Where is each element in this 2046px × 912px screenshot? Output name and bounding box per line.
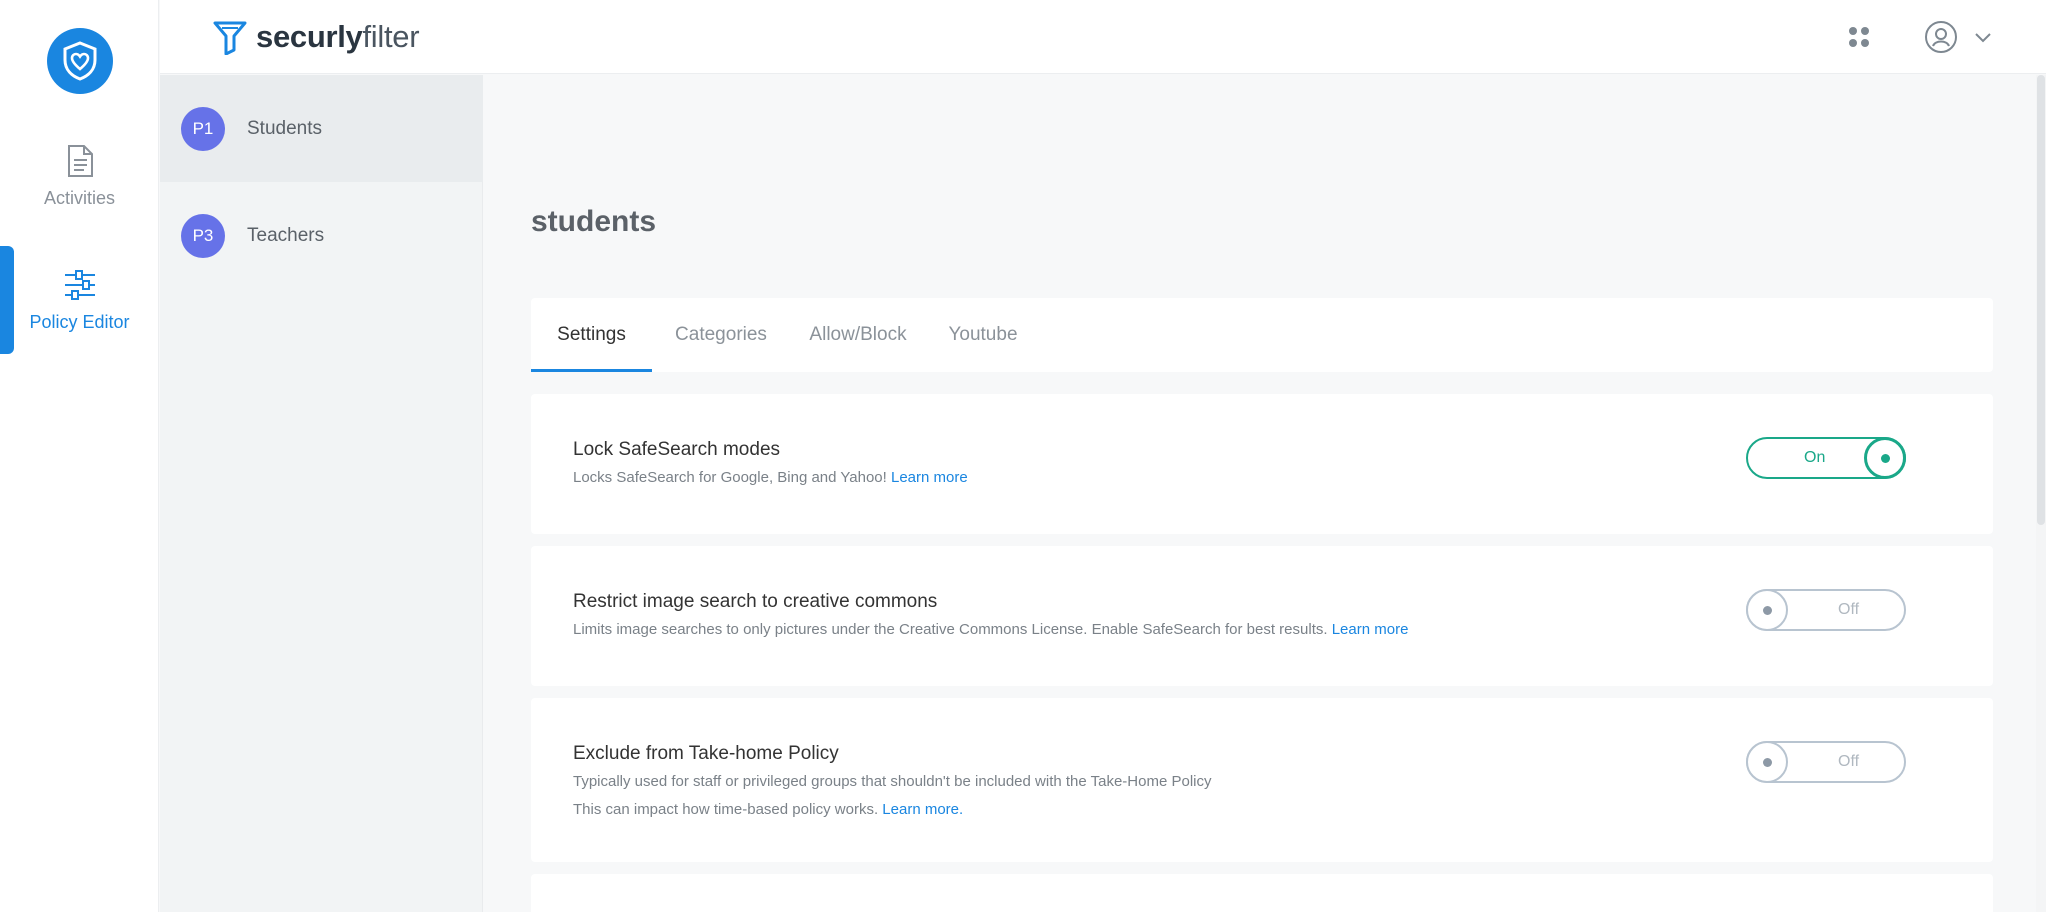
group-badge: P1 (181, 106, 225, 151)
toggle-knob (1746, 589, 1788, 631)
safesearch-toggle[interactable]: On (1746, 437, 1906, 479)
setting-title: Restrict image search to creative common… (573, 591, 938, 612)
brand-logo[interactable]: securlyfilter (212, 16, 420, 58)
setting-description-text: Limits image searches to only pictures u… (573, 621, 1328, 638)
setting-description: Locks SafeSearch for Google, Bing and Ya… (573, 464, 968, 492)
tab-categories[interactable]: Categories (663, 298, 779, 372)
toggle-state-label: On (1804, 449, 1826, 466)
filter-funnel-icon (213, 21, 247, 55)
learn-more-link[interactable]: Learn more. (882, 801, 963, 818)
brand-name: securlyfilter (256, 19, 420, 55)
document-icon (67, 144, 93, 177)
shield-heart-icon (63, 41, 97, 81)
tab-allow-block[interactable]: Allow/Block (801, 298, 915, 372)
learn-more-link[interactable]: Learn more (1332, 621, 1409, 638)
group-name: Students (247, 117, 322, 139)
left-rail: Activities Policy Editor (0, 0, 159, 912)
group-name: Teachers (247, 224, 325, 246)
setting-card-creative-commons: Restrict image search to creative common… (531, 546, 1993, 686)
setting-card-next (531, 874, 1993, 912)
user-avatar-icon (1925, 21, 1957, 53)
setting-title: Lock SafeSearch modes (573, 439, 781, 460)
brand-name-light: filter (362, 19, 420, 54)
rail-item-label: Policy Editor (29, 311, 130, 332)
setting-description-line2: This can impact how time-based policy wo… (573, 796, 1212, 824)
setting-card-take-home-policy: Exclude from Take-home Policy Typically … (531, 698, 1993, 862)
brand-name-bold: securly (256, 19, 363, 54)
learn-more-link[interactable]: Learn more (891, 469, 968, 486)
setting-card-lock-safesearch: Lock SafeSearch modes Locks SafeSearch f… (531, 394, 1993, 534)
setting-description: Typically used for staff or privileged g… (573, 768, 1212, 824)
toggle-state-label: Off (1838, 601, 1860, 618)
tab-youtube[interactable]: Youtube (939, 298, 1027, 372)
creative-commons-toggle[interactable]: Off (1746, 589, 1906, 631)
sliders-icon (64, 269, 95, 300)
setting-description-text: Typically used for staff or privileged g… (573, 773, 1212, 790)
top-header: securlyfilter (160, 0, 2046, 74)
toggle-state-label: Off (1838, 753, 1860, 770)
setting-description: Limits image searches to only pictures u… (573, 616, 1408, 644)
scrollbar-thumb[interactable] (2037, 75, 2045, 525)
policy-tabs: Settings Categories Allow/Block Youtube (531, 298, 1993, 372)
apps-grid-button[interactable] (1846, 24, 1872, 50)
policy-groups-panel: P1 Students P3 Teachers (160, 75, 483, 912)
setting-title: Exclude from Take-home Policy (573, 743, 839, 764)
securly-shield-logo[interactable] (47, 28, 113, 94)
page-title: students (531, 205, 657, 238)
rail-item-activities[interactable]: Activities (0, 122, 159, 230)
toggle-knob (1746, 741, 1788, 783)
page-scrollbar[interactable] (2036, 75, 2046, 912)
user-menu-button[interactable] (1923, 18, 1999, 56)
apps-grid-icon (1849, 27, 1869, 47)
group-badge: P3 (181, 213, 225, 258)
toggle-knob (1864, 437, 1906, 479)
rail-item-policy-editor[interactable]: Policy Editor (0, 246, 159, 354)
chevron-down-icon (1975, 33, 1991, 43)
group-item-teachers[interactable]: P3 Teachers (160, 182, 483, 289)
tab-settings[interactable]: Settings (531, 298, 652, 372)
rail-item-label: Activities (43, 187, 115, 208)
take-home-toggle[interactable]: Off (1746, 741, 1906, 783)
setting-description-text-2: This can impact how time-based policy wo… (573, 801, 879, 818)
group-item-students[interactable]: P1 Students (160, 75, 483, 182)
setting-description-text: Locks SafeSearch for Google, Bing and Ya… (573, 469, 887, 486)
